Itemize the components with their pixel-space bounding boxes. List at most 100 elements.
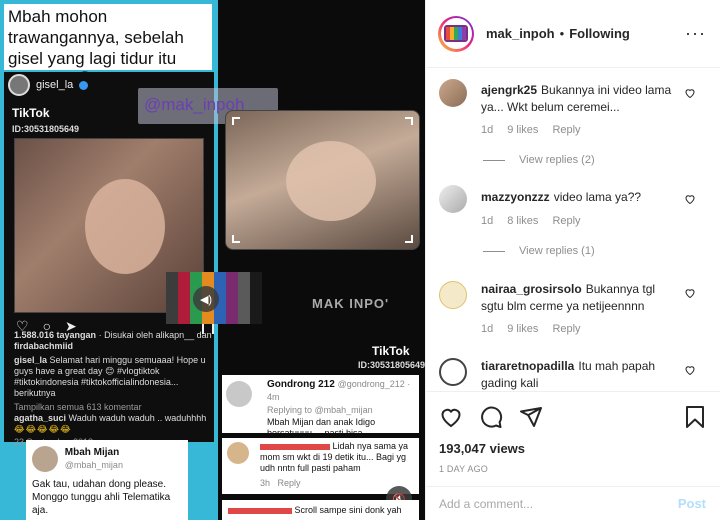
view-replies-button[interactable]: View replies (1)	[483, 245, 595, 257]
comment-username[interactable]: nairaa_grosirsolo	[481, 282, 582, 296]
view-replies-button[interactable]: View replies (2)	[483, 154, 595, 166]
tiktok-id-left: ID:30531805649	[12, 124, 80, 134]
brand-overlay: MAK INPO'	[312, 296, 390, 311]
tiktok-comment-user: agatha_suci	[14, 413, 67, 423]
more-options-icon[interactable]: ···	[685, 23, 706, 44]
view-replies-label: View replies (2)	[519, 154, 595, 166]
post-comment-button[interactable]: Post	[678, 496, 706, 511]
comment-username[interactable]: mazzyonzzz	[481, 190, 550, 204]
tweet-name: Gondrong 212	[267, 379, 335, 390]
tweet-mbah-mijan: Mbah Mijan @mbah_mijan Gak tau, udahan d…	[26, 440, 188, 520]
comment-likes[interactable]: 8 likes	[507, 215, 538, 227]
comment-item: nairaa_grosirsolo Bukannya tgl sgtu blm c…	[426, 271, 720, 346]
tiktok-header: gisel_la	[8, 74, 89, 96]
tweet-text: Gak tau, udahan dong please. Monggo tung…	[32, 479, 171, 516]
avatar	[32, 446, 58, 472]
tweet-lidah: Lidah nya sama ya mom sm wkt di 19 detik…	[222, 438, 419, 494]
tiktok-comment-text: Waduh waduh waduh .. waduhhhh	[68, 413, 207, 423]
tiktok-logo-right: TikTok	[372, 344, 410, 358]
tweet-scroll: Scroll sampe sini donk yah	[222, 500, 419, 520]
tiktok-caption-user: gisel_la	[14, 355, 48, 365]
comment-avatar[interactable]	[439, 185, 467, 213]
post-timestamp: 1 DAY AGO	[439, 464, 488, 474]
tweet-reply: Reply	[277, 478, 301, 488]
replies-divider	[483, 250, 505, 252]
comment-avatar[interactable]	[439, 79, 467, 107]
comment-age: 1d	[481, 124, 494, 136]
comment-meta: 1d 8 likes Reply	[481, 215, 581, 227]
comment-age: 1d	[481, 215, 494, 227]
like-heart-icon[interactable]	[684, 364, 696, 376]
corner-mark	[232, 117, 240, 125]
profile-avatar[interactable]	[438, 15, 474, 52]
redacted-name	[260, 443, 330, 450]
face-shape	[85, 179, 165, 274]
comment-item: mazzyonzzz video lama ya?? 1d 8 likes Rep…	[426, 179, 720, 271]
volume-icon[interactable]: ◀)	[193, 286, 219, 312]
tiktok-id-right: ID:30531805649	[358, 360, 425, 370]
tiktok-views: 1.588.016 tayangan	[14, 330, 97, 340]
tiktok-screenshot: gisel_la TikTok ID:30531805649 ♡ ○ ➤ 1.5…	[4, 72, 214, 447]
header-separator: •	[559, 26, 565, 41]
post-header: mak_inpoh • Following ···	[426, 0, 720, 68]
verified-icon	[79, 80, 89, 90]
tweet-gondrong: Gondrong 212 @gondrong_212 · 4m Replying…	[222, 375, 419, 461]
tweet-text: Scroll sampe sini donk yah	[294, 505, 402, 515]
comment-likes[interactable]: 9 likes	[507, 124, 538, 136]
tiktok-username: gisel_la	[36, 79, 74, 91]
face-shape	[286, 141, 376, 221]
tiktok-liked-by: · Disukai oleh alikapn__ dan	[98, 330, 212, 340]
following-button[interactable]: Following	[569, 26, 630, 41]
tiktok-logo: TikTok	[12, 106, 50, 120]
tweet-time: 3h	[260, 478, 271, 488]
media-caption-top: Mbah mohon trawangannya, sebelah gisel y…	[4, 4, 212, 89]
add-comment-input[interactable]	[439, 496, 678, 511]
replies-divider	[483, 159, 505, 161]
comment-reply-button[interactable]: Reply	[552, 124, 580, 136]
comment-item: ajengrk25 Bukannya ini video lama ya... W…	[426, 69, 720, 179]
comments-list[interactable]: ajengrk25 Bukannya ini video lama ya... W…	[426, 69, 720, 391]
tiktok-emojis: 😂😂😂😂😂	[14, 424, 72, 434]
comment-avatar[interactable]	[439, 281, 467, 309]
redacted-name	[228, 507, 292, 514]
corner-mark	[405, 235, 413, 243]
like-heart-icon[interactable]	[684, 193, 696, 205]
share-send-icon[interactable]	[519, 405, 543, 429]
post-actions: 193,047 views 1 DAY AGO	[426, 391, 720, 474]
comment-avatar[interactable]	[439, 358, 467, 386]
comment-reply-button[interactable]: Reply	[552, 215, 580, 227]
post-sidebar: mak_inpoh • Following ··· ajengrk25 Bukan…	[425, 0, 720, 520]
comment-meta: 1d 9 likes Reply	[481, 124, 581, 136]
comment-username[interactable]: ajengrk25	[481, 83, 537, 97]
corner-mark	[405, 117, 413, 125]
header-username[interactable]: mak_inpoh	[486, 26, 555, 41]
comment-username[interactable]: tiararetnopadilla	[481, 359, 574, 373]
avatar	[227, 442, 249, 464]
corner-mark	[232, 235, 240, 243]
tv-logo-icon	[444, 25, 468, 42]
tiktok-video-right	[225, 110, 420, 250]
tiktok-all-comments: Tampilkan semua 613 komentar	[14, 402, 142, 412]
view-replies-label: View replies (1)	[519, 245, 595, 257]
comment-item: tiararetnopadilla Itu mah papah gading ka…	[426, 346, 720, 391]
like-heart-icon[interactable]	[684, 287, 696, 299]
comment-meta: 1d 9 likes Reply	[481, 323, 581, 335]
header-text: mak_inpoh • Following	[486, 26, 630, 41]
add-comment-bar: Post	[426, 486, 720, 520]
tweet-replying: Replying to @mbah_mijan	[267, 405, 373, 415]
comment-icon[interactable]	[479, 405, 503, 429]
comment-reply-button[interactable]: Reply	[552, 323, 580, 335]
tweet-name: Mbah Mijan	[64, 447, 120, 458]
save-bookmark-icon[interactable]	[684, 405, 706, 429]
tiktok-liked-by2: firdabachmiid	[14, 341, 74, 351]
views-count[interactable]: 193,047 views	[439, 441, 706, 456]
comment-age: 1d	[481, 323, 494, 335]
avatar	[226, 381, 252, 407]
like-heart-icon[interactable]	[439, 405, 463, 429]
tiktok-meta: 1.588.016 tayangan · Disukai oleh alikap…	[14, 330, 214, 448]
tiktok-avatar	[8, 74, 30, 96]
post-media[interactable]: Mbah mohon trawangannya, sebelah gisel y…	[0, 0, 425, 520]
tweet-handle: @mbah_mijan	[64, 460, 123, 470]
like-heart-icon[interactable]	[684, 87, 696, 99]
comment-likes[interactable]: 9 likes	[507, 323, 538, 335]
